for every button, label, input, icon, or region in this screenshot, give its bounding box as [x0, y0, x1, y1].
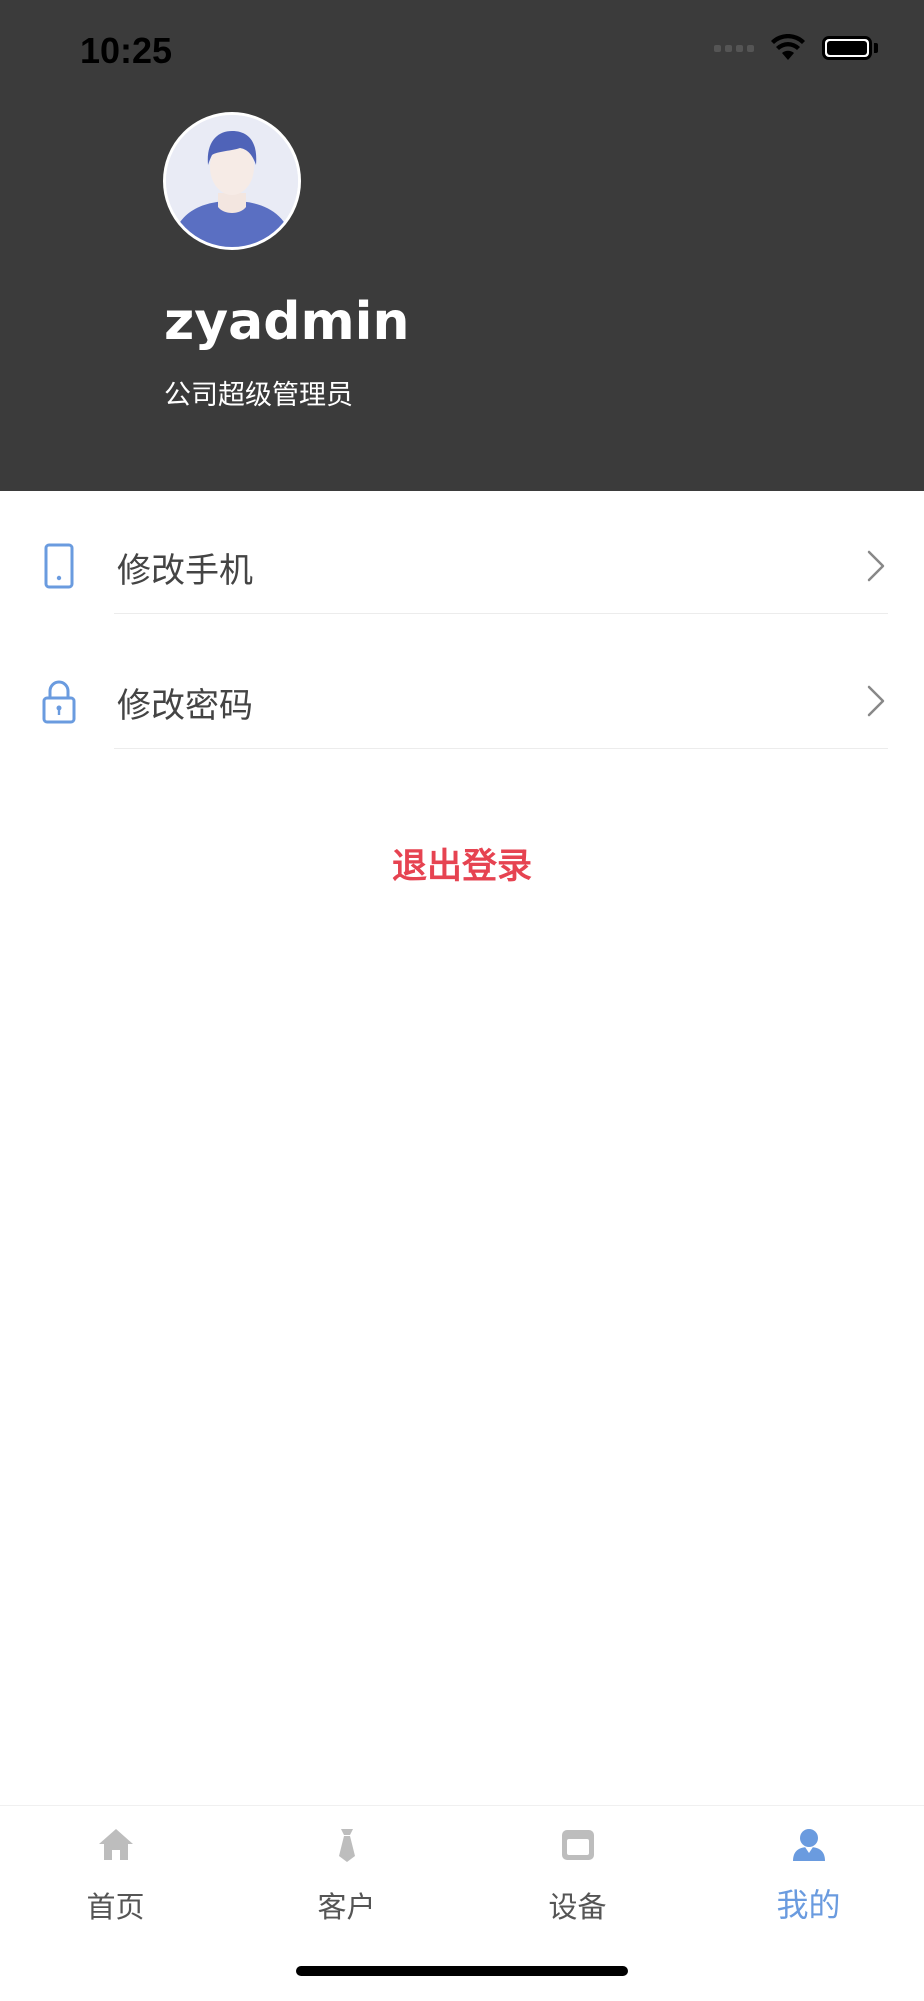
tab-label-mine: 我的 — [776, 1886, 841, 1924]
tab-label-customers: 客户 — [317, 1890, 376, 1924]
tab-home[interactable]: 首页 — [0, 1806, 231, 1956]
divider — [114, 748, 888, 749]
menu-label-change-phone: 修改手机 — [117, 551, 253, 591]
status-icons — [714, 34, 878, 62]
menu-item-change-phone[interactable]: 修改手机 — [0, 505, 924, 625]
divider — [114, 613, 888, 614]
avatar[interactable] — [163, 112, 301, 250]
menu-label-change-password: 修改密码 — [117, 686, 253, 726]
tab-devices[interactable]: 设备 — [462, 1806, 693, 1956]
tab-label-devices: 设备 — [548, 1890, 607, 1924]
menu-item-change-password[interactable]: 修改密码 — [0, 640, 924, 760]
home-indicator — [296, 1966, 628, 1976]
tab-mine[interactable]: 我的 — [693, 1806, 924, 1956]
username: zyadmin — [164, 292, 410, 352]
home-icon — [99, 1829, 133, 1860]
logout-button[interactable]: 退出登录 — [0, 838, 924, 889]
chevron-right-icon — [867, 550, 885, 582]
profile-header: 10:25 zyadmin 公司超级管理员 — [0, 0, 924, 491]
tab-label-home: 首页 — [86, 1890, 145, 1924]
avatar-person-icon — [166, 115, 298, 247]
phone-icon — [44, 543, 74, 589]
battery-icon — [822, 36, 878, 60]
wifi-icon — [771, 34, 805, 60]
tab-customers[interactable]: 客户 — [231, 1806, 462, 1956]
tie-icon — [339, 1829, 355, 1862]
lock-icon — [42, 680, 76, 724]
status-time: 10:25 — [80, 30, 173, 71]
user-icon — [793, 1829, 825, 1861]
user-role: 公司超级管理员 — [164, 380, 353, 411]
chevron-right-icon — [867, 685, 885, 717]
cellular-signal-icon — [714, 44, 754, 52]
device-icon — [562, 1830, 594, 1860]
